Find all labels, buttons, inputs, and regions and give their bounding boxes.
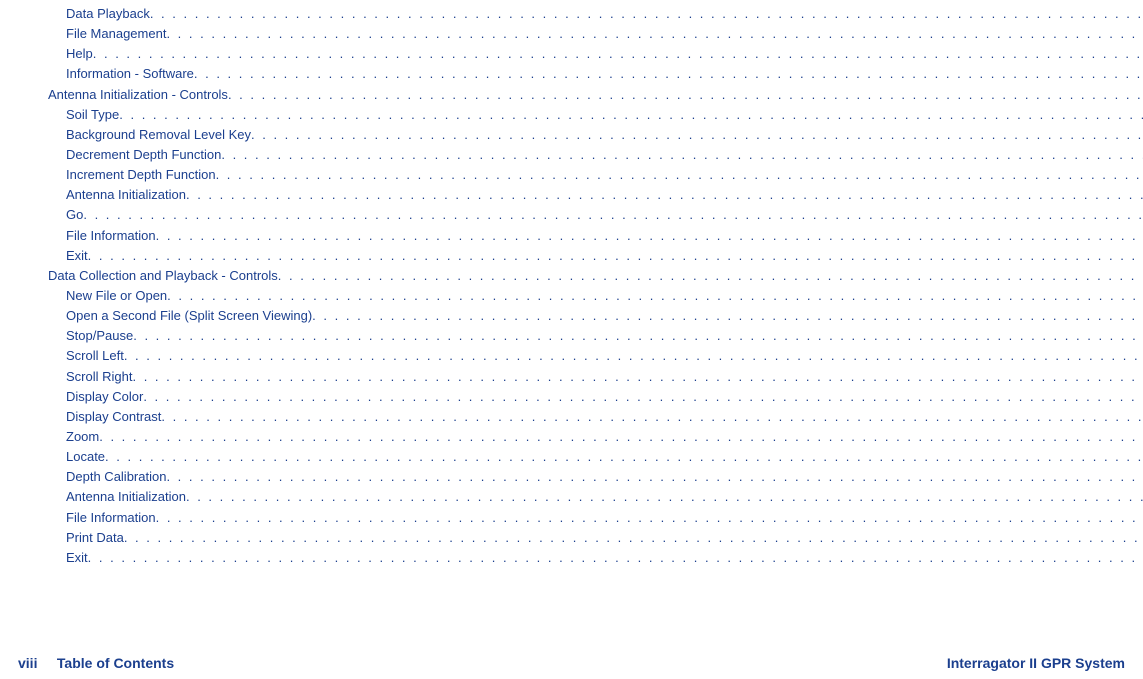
toc-leader-dots (133, 326, 1143, 346)
toc-leader-dots (156, 508, 1143, 528)
toc-leader-dots (88, 246, 1143, 266)
toc-entry-label: Display Color (66, 387, 143, 407)
toc-leader-dots (99, 427, 1143, 447)
toc-entry[interactable]: Soil Type30-4 (18, 105, 1143, 125)
toc-leader-dots (88, 548, 1143, 568)
toc-entry-label: File Information (66, 508, 156, 528)
toc-leader-dots (156, 226, 1143, 246)
toc-entry-label: Information - Software (66, 64, 194, 84)
toc-leader-dots (124, 346, 1143, 366)
toc-entry[interactable]: Exit30-6 (18, 246, 1143, 266)
toc-entry-label: Background Removal Level Key (66, 125, 251, 145)
toc-entry[interactable]: Antenna Initialization30-5 (18, 185, 1143, 205)
toc-leader-dots (161, 407, 1143, 427)
toc-entry[interactable]: Exit30-11 (18, 548, 1143, 568)
toc-leader-dots (167, 286, 1143, 306)
toc-entry[interactable]: File Information30-11 (18, 508, 1143, 528)
toc-leader-dots (166, 467, 1143, 487)
toc-entry[interactable]: Data Collection and Playback - Controls3… (18, 266, 1143, 286)
toc-entry[interactable]: Zoom30-10 (18, 427, 1143, 447)
toc-entry[interactable]: Decrement Depth Function30-5 (18, 145, 1143, 165)
toc-entry[interactable]: Print Data30-11 (18, 528, 1143, 548)
toc-entry[interactable]: Stop/Pause30-8 (18, 326, 1143, 346)
toc-leader-dots (124, 528, 1143, 548)
toc-leader-dots (312, 306, 1143, 326)
toc-entry[interactable]: Antenna Initialization - Controls30-3 (18, 85, 1143, 105)
toc-leader-dots (194, 64, 1143, 84)
toc-entry-label: Print Data (66, 528, 124, 548)
toc-entry[interactable]: File Information30-6 (18, 226, 1143, 246)
toc-entry[interactable]: Display Color30-9 (18, 387, 1143, 407)
toc-entry[interactable]: File Management30-2 (18, 24, 1143, 44)
toc-entry-label: New File or Open (66, 286, 167, 306)
toc-entry[interactable]: Scroll Left30-8 (18, 346, 1143, 366)
toc-entry-label: Data Playback (66, 4, 150, 24)
toc-entry[interactable]: Antenna Initialization30-10 (18, 487, 1143, 507)
toc-leader-dots (143, 387, 1143, 407)
toc-entry-label: Exit (66, 548, 88, 568)
toc-leader-dots (221, 145, 1143, 165)
toc-leader-dots (132, 367, 1143, 387)
toc-entry[interactable]: Background Removal Level Key30-4 (18, 125, 1143, 145)
toc-entry[interactable]: Increment Depth Function30-5 (18, 165, 1143, 185)
toc-leader-dots (119, 105, 1143, 125)
toc-entry[interactable]: Depth Calibration30-10 (18, 467, 1143, 487)
toc-left-column: Data Playback30-2File Management30-2Help… (18, 4, 1143, 645)
toc-entry[interactable]: Data Playback30-2 (18, 4, 1143, 24)
toc-entry[interactable]: Help30-2 (18, 44, 1143, 64)
toc-entry-label: Scroll Right (66, 367, 132, 387)
toc-entry-label: File Information (66, 226, 156, 246)
toc-entry-label: Display Contrast (66, 407, 161, 427)
toc-leader-dots (83, 205, 1143, 225)
toc-leader-dots (186, 487, 1143, 507)
toc-entry-label: Zoom (66, 427, 99, 447)
page-number: viii (18, 655, 37, 671)
toc-entry-label: Soil Type (66, 105, 119, 125)
toc-entry-label: Help (66, 44, 93, 64)
toc-entry-label: Stop/Pause (66, 326, 133, 346)
toc-entry[interactable]: Information - Software30-3 (18, 64, 1143, 84)
toc-leader-dots (228, 85, 1143, 105)
toc-entry-label: Antenna Initialization (66, 185, 186, 205)
toc-entry[interactable]: Go30-6 (18, 205, 1143, 225)
page-footer: viii Table of Contents Interragator II G… (18, 645, 1125, 671)
toc-leader-dots (216, 165, 1143, 185)
toc-entry-label: Antenna Initialization - Controls (48, 85, 228, 105)
toc-columns: Data Playback30-2File Management30-2Help… (18, 4, 1125, 645)
toc-entry-label: Decrement Depth Function (66, 145, 221, 165)
toc-leader-dots (278, 266, 1143, 286)
toc-entry[interactable]: Scroll Right30-8 (18, 367, 1143, 387)
toc-entry-label: Antenna Initialization (66, 487, 186, 507)
toc-entry-label: Go (66, 205, 83, 225)
toc-leader-dots (166, 24, 1143, 44)
toc-entry-label: Exit (66, 246, 88, 266)
toc-leader-dots (251, 125, 1143, 145)
toc-entry[interactable]: Locate30-10 (18, 447, 1143, 467)
toc-entry-label: Increment Depth Function (66, 165, 216, 185)
toc-entry[interactable]: Display Contrast30-9 (18, 407, 1143, 427)
toc-leader-dots (105, 447, 1143, 467)
footer-right: Interragator II GPR System (947, 655, 1125, 671)
toc-leader-dots (150, 4, 1143, 24)
toc-leader-dots (93, 44, 1143, 64)
toc-entry-label: Data Collection and Playback - Controls (48, 266, 278, 286)
toc-entry-label: File Management (66, 24, 166, 44)
toc-entry-label: Depth Calibration (66, 467, 166, 487)
toc-leader-dots (186, 185, 1143, 205)
toc-entry[interactable]: New File or Open30-7 (18, 286, 1143, 306)
toc-entry-label: Scroll Left (66, 346, 124, 366)
toc-entry-label: Open a Second File (Split Screen Viewing… (66, 306, 312, 326)
footer-left: viii Table of Contents (18, 655, 174, 671)
toc-entry[interactable]: Open a Second File (Split Screen Viewing… (18, 306, 1143, 326)
footer-title: Table of Contents (57, 655, 174, 671)
toc-entry-label: Locate (66, 447, 105, 467)
